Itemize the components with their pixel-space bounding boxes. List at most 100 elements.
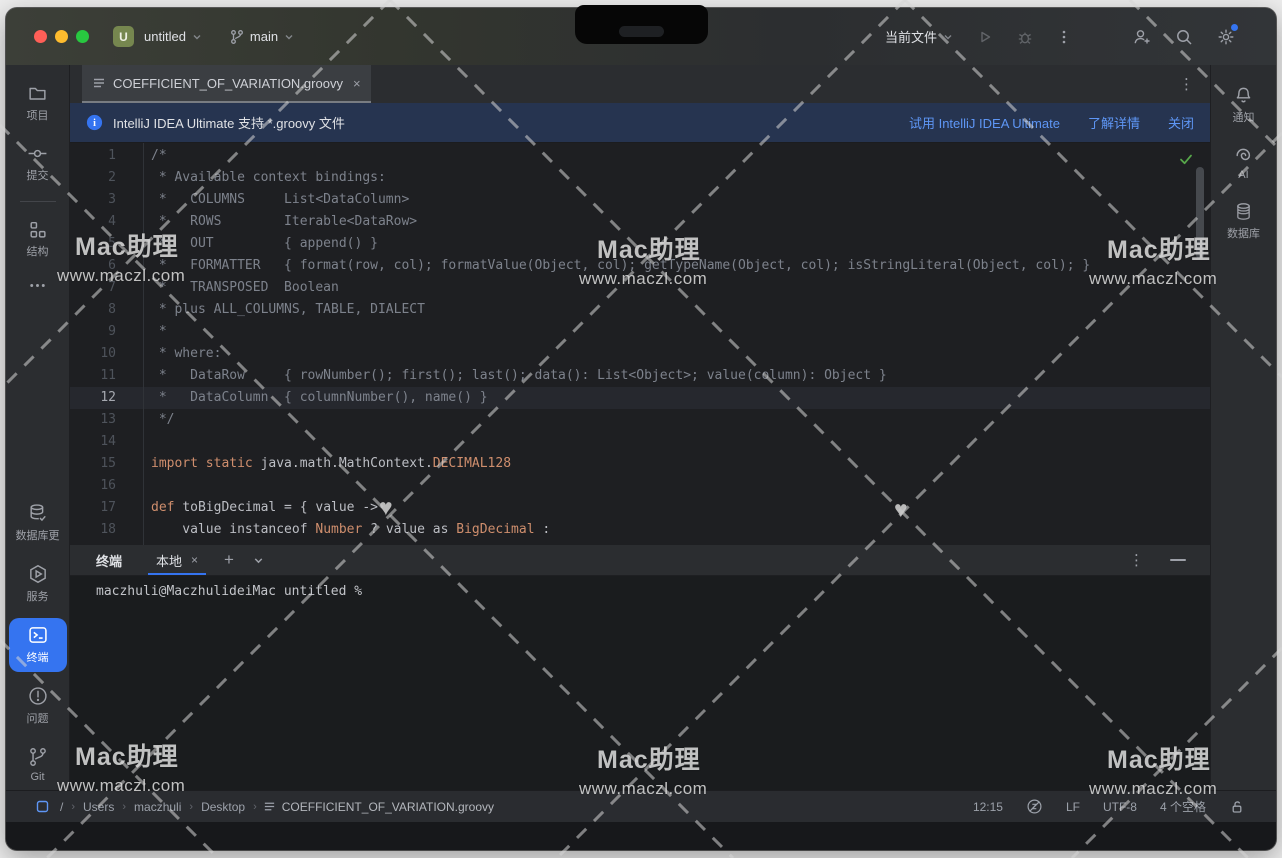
banner-learn-link[interactable]: 了解详情 [1088,113,1140,132]
inspections-ok-icon[interactable] [1178,151,1194,167]
editor-tab-bar: COEFFICIENT_OF_VARIATION.groovy × ⋮ [70,65,1210,104]
chevron-down-icon [283,31,295,43]
sidebar-item-terminal[interactable]: 终端 [9,618,67,672]
line-number: 18 [70,519,116,541]
breadcrumb-users[interactable]: Users [83,800,114,814]
code-text: * FORMATTER { format(row, col); formatVa… [116,255,1210,277]
line-number: 4 [70,211,116,233]
encoding-widget[interactable]: UTF-8 [1103,800,1137,814]
line-number: 13 [70,409,116,431]
code-line: 7 * TRANSPOSED Boolean [70,277,1210,299]
tab-options-icon[interactable]: ⋮ [1179,75,1194,93]
highlighting-off-icon[interactable] [1026,798,1043,815]
code-text: * TRANSPOSED Boolean [116,277,1210,299]
sidebar-item-services[interactable]: 服务 [9,557,67,611]
banner-dismiss-link[interactable]: 关闭 [1168,113,1194,132]
sidebar-more-button[interactable] [9,273,67,298]
groovy-file-icon [92,76,106,90]
ide-window: U untitled main 当前文件 [6,8,1276,850]
breadcrumb-desktop[interactable]: Desktop [201,800,245,814]
banner-message: IntelliJ IDEA Ultimate 支持 *.groovy 文件 [113,113,345,132]
code-line: 18 value instanceof Number ? value as Bi… [70,519,1210,541]
line-number: 5 [70,233,116,255]
toolwindow-widget-icon[interactable] [36,800,49,813]
branch-name: main [250,29,278,44]
line-number: 12 [70,387,116,409]
code-line: 5 * OUT { append() } [70,233,1210,255]
run-icon[interactable] [976,28,994,46]
sidebar-item-database-changes[interactable]: 数据库更 [9,496,67,550]
commit-icon [27,143,48,164]
search-icon[interactable] [1174,27,1194,47]
close-icon[interactable]: × [191,553,198,567]
line-ending-widget[interactable]: LF [1066,800,1080,814]
sidebar-item-git[interactable]: Git [9,740,67,790]
banner-try-link[interactable]: 试用 IntelliJ IDEA Ultimate [909,113,1060,132]
run-config-label: 当前文件 [885,27,937,46]
sidebar-item-structure[interactable]: 结构 [9,213,67,266]
sidebar-item-notifications[interactable]: 通知 [1215,79,1273,132]
sidebar-item-project[interactable]: 项目 [9,77,67,130]
indent-widget[interactable]: 4 个空格 [1160,798,1206,815]
breadcrumb-separator: › [122,801,126,813]
line-number: 15 [70,453,116,475]
terminal-prompt: maczhuli@MaczhulideiMac untitled % [96,584,362,599]
lock-icon[interactable] [1229,799,1245,815]
terminal-tab-local[interactable]: 本地 × [152,545,202,575]
code-line: 14 [70,431,1210,453]
code-line: 2 * Available context bindings: [70,167,1210,189]
more-actions-icon[interactable] [1056,29,1072,45]
hide-panel-icon[interactable] [1170,559,1186,561]
services-icon [27,563,49,585]
editor-scrollbar[interactable] [1196,167,1204,259]
code-text: /* [116,145,1210,167]
project-selector[interactable]: untitled [144,29,203,44]
line-number: 1 [70,145,116,167]
camera-slot [619,26,664,37]
tab-coefficient-of-variation[interactable]: COEFFICIENT_OF_VARIATION.groovy × [82,65,371,103]
code-with-me-icon[interactable] [1132,27,1152,47]
code-line: 11 * DataRow { rowNumber(); first(); las… [70,365,1210,387]
terminal-output[interactable]: maczhuli@MaczhulideiMac untitled % [70,576,1210,790]
gutter-separator [143,143,144,545]
sidebar-item-ai[interactable]: AI [1215,139,1273,188]
desktop: U untitled main 当前文件 [0,0,1282,858]
minimize-window-button[interactable] [55,30,68,43]
debug-icon[interactable] [1016,28,1034,46]
run-config-selector[interactable]: 当前文件 [885,27,954,46]
clock-widget[interactable]: 12:15 [973,800,1003,814]
folder-icon [27,83,48,104]
code-line: 13 */ [70,409,1210,431]
database-check-icon [27,502,49,524]
breadcrumb-root[interactable]: / [60,800,63,814]
code-text: * DataColumn { columnNumber(), name() } [116,387,1210,409]
sidebar-item-database[interactable]: 数据库 [1215,195,1273,248]
breadcrumb-maczhuli[interactable]: maczhuli [134,800,181,814]
branch-selector[interactable]: main [229,29,295,45]
code-text: def toBigDecimal = { value -> [116,497,1210,519]
traffic-lights [34,30,89,43]
sidebar-item-commit[interactable]: 提交 [9,137,67,190]
settings-button[interactable] [1216,27,1236,47]
sidebar-item-problems[interactable]: 问题 [9,679,67,733]
breadcrumb-file[interactable]: COEFFICIENT_OF_VARIATION.groovy [282,800,494,814]
terminal-tab-label: 本地 [156,551,182,570]
database-icon [1233,201,1254,222]
code-editor[interactable]: 1/*2 * Available context bindings:3 * CO… [70,143,1210,545]
terminal-header: 终端 本地 × + ⋮ [70,545,1210,576]
close-icon[interactable]: × [353,76,361,91]
close-window-button[interactable] [34,30,47,43]
code-text: * ROWS Iterable<DataRow> [116,211,1210,233]
right-toolwindow-bar: 通知 AI 数据库 [1210,65,1276,790]
new-terminal-icon[interactable]: + [224,550,234,570]
terminal-options-icon[interactable]: ⋮ [1129,551,1144,569]
camera-notch [575,5,708,44]
code-line: 1/* [70,145,1210,167]
line-number: 10 [70,343,116,365]
breadcrumb-separator: › [189,801,193,813]
chevron-down-icon[interactable] [252,554,265,567]
code-text: * [116,321,1210,343]
zoom-window-button[interactable] [76,30,89,43]
code-line: 16 [70,475,1210,497]
line-number: 17 [70,497,116,519]
